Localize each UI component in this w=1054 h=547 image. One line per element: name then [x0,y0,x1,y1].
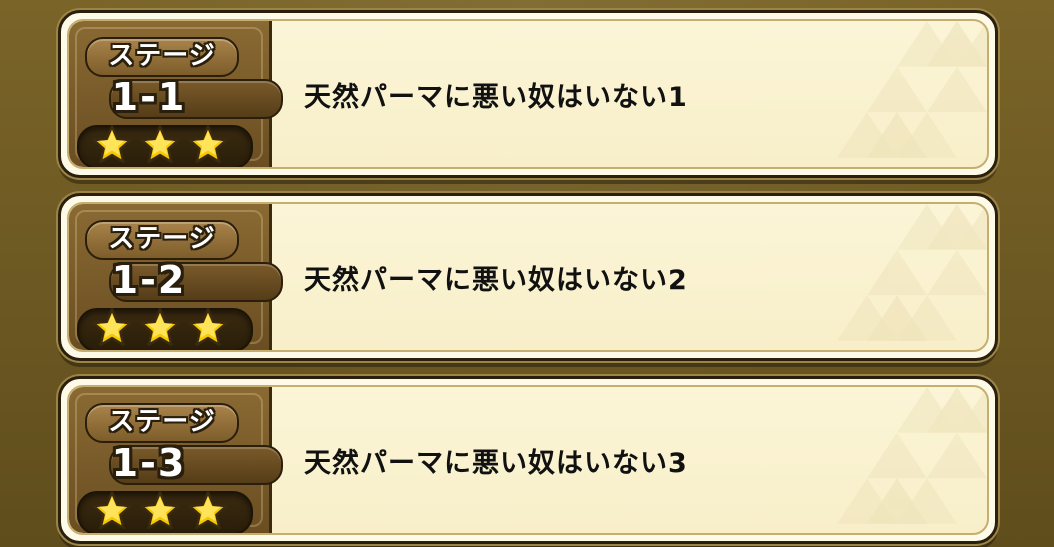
star-icon [92,491,132,530]
stage-number: 1-1 [111,75,187,119]
star-icon [140,308,180,347]
star-icon [140,491,180,530]
star-icon [140,125,180,164]
triangle-pattern-decoration [837,21,987,158]
star-rating [91,308,241,348]
stage-label-pill: ステージ [85,220,239,260]
stage-card-body: ステージ 1-3 天然パーマに悪い奴はいない3 [67,385,989,535]
stage-title: 天然パーマに悪い奴はいない1 [304,82,688,113]
star-icon [92,125,132,164]
stage-label-pill: ステージ [85,403,239,443]
stage-card-body: ステージ 1-1 天然パーマに悪い奴はいない1 [67,19,989,169]
star-rating [91,125,241,165]
stage-number: 1-2 [111,258,187,302]
stage-number: 1-3 [111,441,187,485]
star-icon [188,308,228,347]
star-rating [91,491,241,531]
stage-list: ステージ 1-1 天然パーマに悪い奴はいない1 ステージ 1-2 天然パーマに悪… [0,0,1054,547]
stage-card[interactable]: ステージ 1-1 天然パーマに悪い奴はいない1 [58,10,998,178]
stage-card[interactable]: ステージ 1-2 天然パーマに悪い奴はいない2 [58,193,998,361]
stage-title: 天然パーマに悪い奴はいない2 [304,265,688,296]
stage-label: ステージ [108,41,216,71]
star-icon [188,491,228,530]
stage-label: ステージ [108,407,216,437]
stage-label-pill: ステージ [85,37,239,77]
star-icon [92,308,132,347]
star-icon [188,125,228,164]
triangle-pattern-decoration [837,387,987,524]
stage-card[interactable]: ステージ 1-3 天然パーマに悪い奴はいない3 [58,376,998,544]
stage-card-body: ステージ 1-2 天然パーマに悪い奴はいない2 [67,202,989,352]
stage-label: ステージ [108,224,216,254]
stage-title: 天然パーマに悪い奴はいない3 [304,448,688,479]
triangle-pattern-decoration [837,204,987,341]
